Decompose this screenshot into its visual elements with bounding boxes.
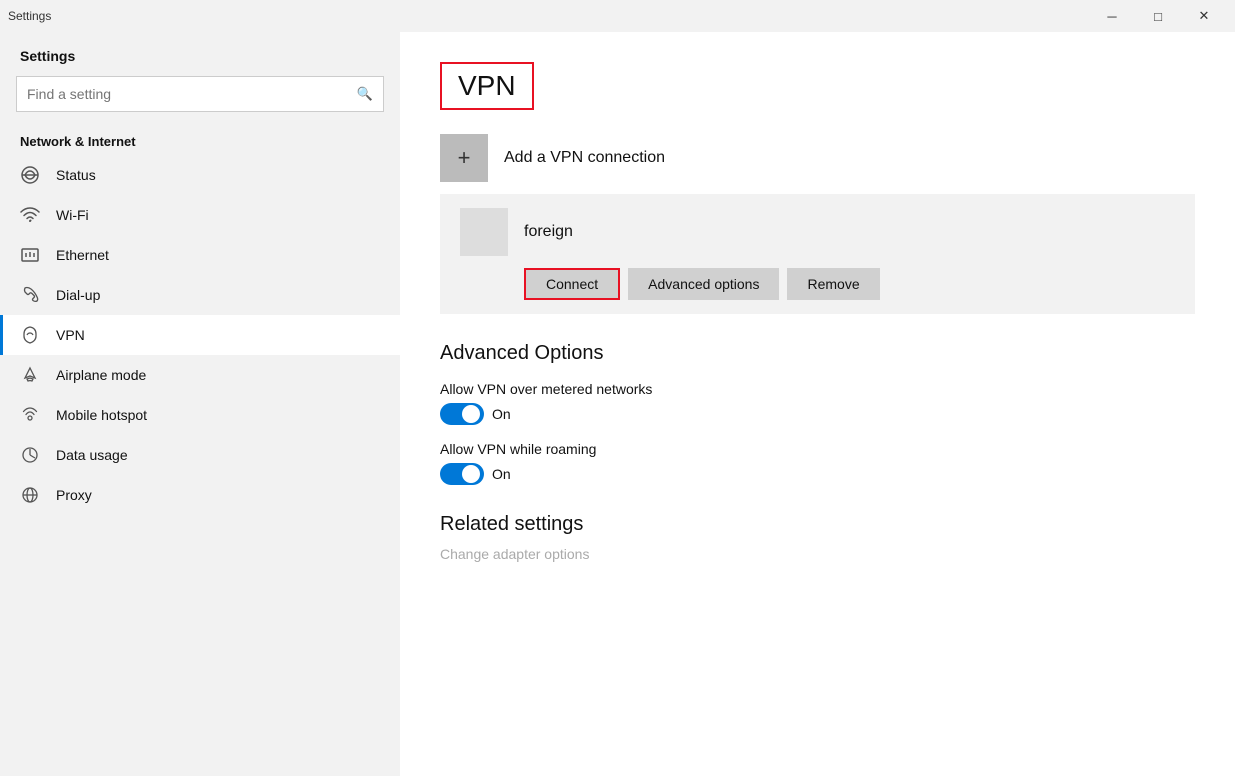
datausage-icon bbox=[20, 445, 40, 465]
toggle-roaming[interactable] bbox=[440, 463, 484, 485]
connect-button[interactable]: Connect bbox=[524, 268, 620, 300]
sidebar-item-status[interactable]: Status bbox=[0, 155, 400, 195]
close-button[interactable]: ✕ bbox=[1181, 0, 1227, 32]
toggle-roaming-state: On bbox=[492, 466, 511, 482]
sidebar: Settings 🔍 Network & Internet Status bbox=[0, 32, 400, 776]
sidebar-item-airplane[interactable]: Airplane mode bbox=[0, 355, 400, 395]
remove-button[interactable]: Remove bbox=[787, 268, 879, 300]
sidebar-item-vpn[interactable]: VPN bbox=[0, 315, 400, 355]
dialup-icon bbox=[20, 285, 40, 305]
search-box[interactable]: 🔍 bbox=[16, 76, 384, 112]
plus-icon: + bbox=[458, 145, 471, 171]
hotspot-icon bbox=[20, 405, 40, 425]
window-controls: ─ □ ✕ bbox=[1089, 0, 1227, 32]
advanced-options-button[interactable]: Advanced options bbox=[628, 268, 779, 300]
vpn-entry: foreign Connect Advanced options Remove bbox=[440, 194, 1195, 314]
airplane-icon bbox=[20, 365, 40, 385]
sidebar-item-proxy-label: Proxy bbox=[56, 487, 92, 503]
vpn-icon bbox=[20, 325, 40, 345]
sidebar-item-airplane-label: Airplane mode bbox=[56, 367, 146, 383]
sidebar-item-ethernet[interactable]: Ethernet bbox=[0, 235, 400, 275]
vpn-buttons: Connect Advanced options Remove bbox=[524, 268, 1175, 300]
add-vpn-label: Add a VPN connection bbox=[504, 149, 665, 167]
sidebar-item-hotspot[interactable]: Mobile hotspot bbox=[0, 395, 400, 435]
section-label: Network & Internet bbox=[0, 124, 400, 155]
main-content: VPN + Add a VPN connection foreign Conne… bbox=[400, 32, 1235, 776]
sidebar-item-ethernet-label: Ethernet bbox=[56, 247, 109, 263]
vpn-entry-name: foreign bbox=[524, 223, 573, 241]
sidebar-item-vpn-label: VPN bbox=[56, 327, 85, 343]
toggle-roaming-container: On bbox=[440, 463, 1195, 485]
change-adapter-link[interactable]: Change adapter options bbox=[440, 546, 1195, 562]
sidebar-item-dialup[interactable]: Dial-up bbox=[0, 275, 400, 315]
toggle-metered[interactable] bbox=[440, 403, 484, 425]
proxy-icon bbox=[20, 485, 40, 505]
search-icon: 🔍 bbox=[357, 86, 373, 102]
toggle-metered-row: Allow VPN over metered networks On bbox=[440, 381, 1195, 425]
add-vpn-row[interactable]: + Add a VPN connection bbox=[440, 134, 1195, 182]
toggle-roaming-row: Allow VPN while roaming On bbox=[440, 441, 1195, 485]
app-title: Settings bbox=[8, 9, 51, 23]
title-bar: Settings ─ □ ✕ bbox=[0, 0, 1235, 32]
search-input[interactable] bbox=[27, 86, 357, 102]
sidebar-item-wifi-label: Wi-Fi bbox=[56, 207, 89, 223]
toggle-roaming-label: Allow VPN while roaming bbox=[440, 441, 1195, 457]
app-body: Settings 🔍 Network & Internet Status bbox=[0, 32, 1235, 776]
add-vpn-icon[interactable]: + bbox=[440, 134, 488, 182]
toggle-metered-label: Allow VPN over metered networks bbox=[440, 381, 1195, 397]
vpn-entry-icon bbox=[460, 208, 508, 256]
advanced-options-title: Advanced Options bbox=[440, 342, 1195, 365]
wifi-icon bbox=[20, 205, 40, 225]
toggle-metered-container: On bbox=[440, 403, 1195, 425]
vpn-name-row: foreign bbox=[460, 208, 1175, 256]
page-title-box: VPN bbox=[440, 62, 534, 110]
status-icon bbox=[20, 165, 40, 185]
sidebar-item-datausage-label: Data usage bbox=[56, 447, 128, 463]
sidebar-item-hotspot-label: Mobile hotspot bbox=[56, 407, 147, 423]
sidebar-item-proxy[interactable]: Proxy bbox=[0, 475, 400, 515]
ethernet-icon bbox=[20, 245, 40, 265]
sidebar-app-title: Settings bbox=[0, 32, 400, 72]
minimize-button[interactable]: ─ bbox=[1089, 0, 1135, 32]
sidebar-item-dialup-label: Dial-up bbox=[56, 287, 100, 303]
related-settings-title: Related settings bbox=[440, 513, 1195, 536]
sidebar-item-status-label: Status bbox=[56, 167, 96, 183]
maximize-button[interactable]: □ bbox=[1135, 0, 1181, 32]
page-title: VPN bbox=[458, 70, 516, 101]
toggle-metered-state: On bbox=[492, 406, 511, 422]
sidebar-item-datausage[interactable]: Data usage bbox=[0, 435, 400, 475]
sidebar-item-wifi[interactable]: Wi-Fi bbox=[0, 195, 400, 235]
